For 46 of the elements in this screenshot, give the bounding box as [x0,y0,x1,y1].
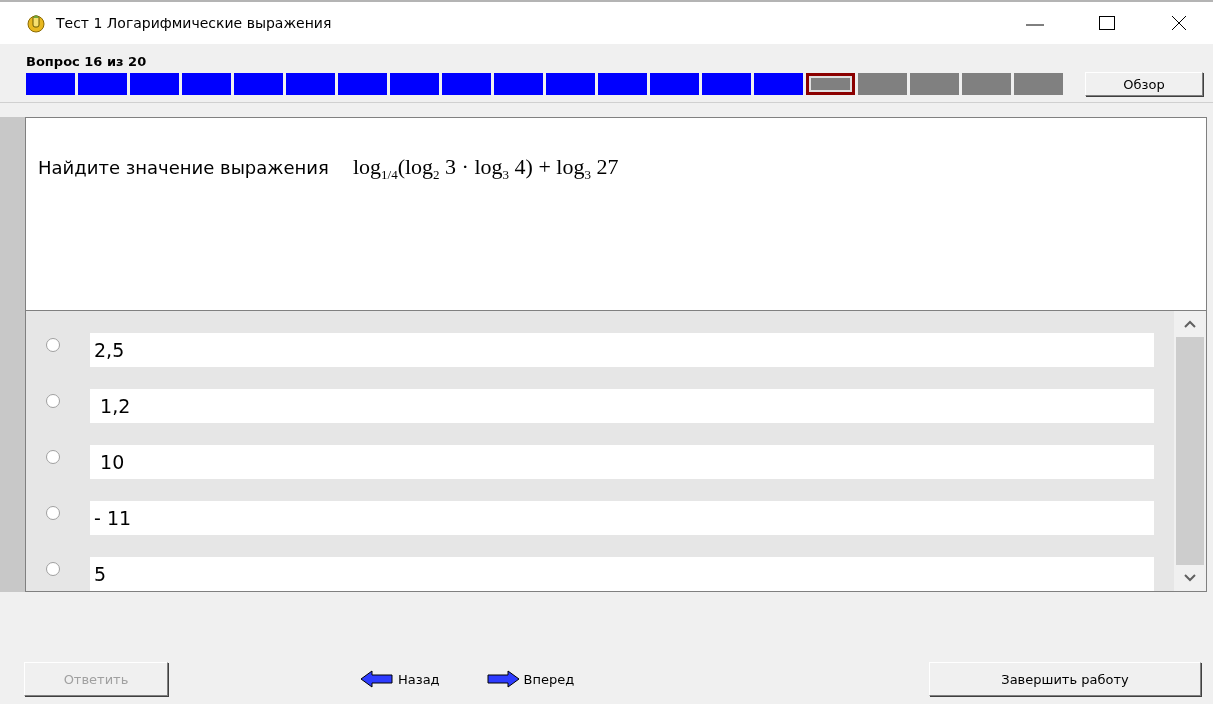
radio-button[interactable] [46,562,60,576]
radio-button[interactable] [46,394,60,408]
question-cell[interactable] [390,73,439,95]
answer-option[interactable]: 5 [90,557,1154,591]
question-cell[interactable] [962,73,1011,95]
radio-button[interactable] [46,506,60,520]
question-cell[interactable] [598,73,647,95]
question-cell[interactable] [650,73,699,95]
math-formula: log$_{1/4}$(log$_{2}$ 3 · log$_{3}$ 4) + log$_{3}$ 27 [352,154,619,184]
maximize-icon [1097,13,1117,33]
question-cell[interactable] [806,73,855,95]
question-cell[interactable] [78,73,127,95]
answer-option[interactable]: - 11 [90,501,1154,535]
radio-button[interactable] [46,338,60,352]
close-icon [1169,13,1189,33]
question-cell[interactable] [754,73,803,95]
question-cell[interactable] [702,73,751,95]
answer-option[interactable]: 1,2 [90,389,1154,423]
right-arrow-icon [485,670,520,688]
question-counter: Вопрос 16 из 20 [26,54,148,69]
question-cell[interactable] [182,73,231,95]
question-cell[interactable] [234,73,283,95]
question-text: Найдите значение выражения [38,157,329,178]
question-cell[interactable] [338,73,387,95]
question-cell[interactable] [286,73,335,95]
question-cell[interactable] [910,73,959,95]
question-cell[interactable] [130,73,179,95]
scrollbar-thumb[interactable] [1176,337,1204,565]
question-cell[interactable] [546,73,595,95]
finish-button[interactable]: Завершить работу [929,662,1201,696]
left-arrow-icon [360,670,394,688]
window-title: Тест 1 Логарифмические выражения [56,15,333,31]
answer-option[interactable]: 2,5 [90,333,1154,367]
question-cell[interactable] [494,73,543,95]
question-cell[interactable] [858,73,907,95]
minimize-icon [1026,24,1044,26]
forward-link[interactable]: Вперед [485,670,575,688]
question-cell[interactable] [442,73,491,95]
question-cell[interactable] [1014,73,1063,95]
scrollbar[interactable] [1174,311,1206,591]
review-button[interactable]: Обзор [1085,72,1203,96]
app-logo-icon [26,13,46,33]
back-link[interactable]: Назад [360,670,440,688]
question-cell[interactable] [26,73,75,95]
answer-option[interactable]: 10 [90,445,1154,479]
radio-button[interactable] [46,450,60,464]
